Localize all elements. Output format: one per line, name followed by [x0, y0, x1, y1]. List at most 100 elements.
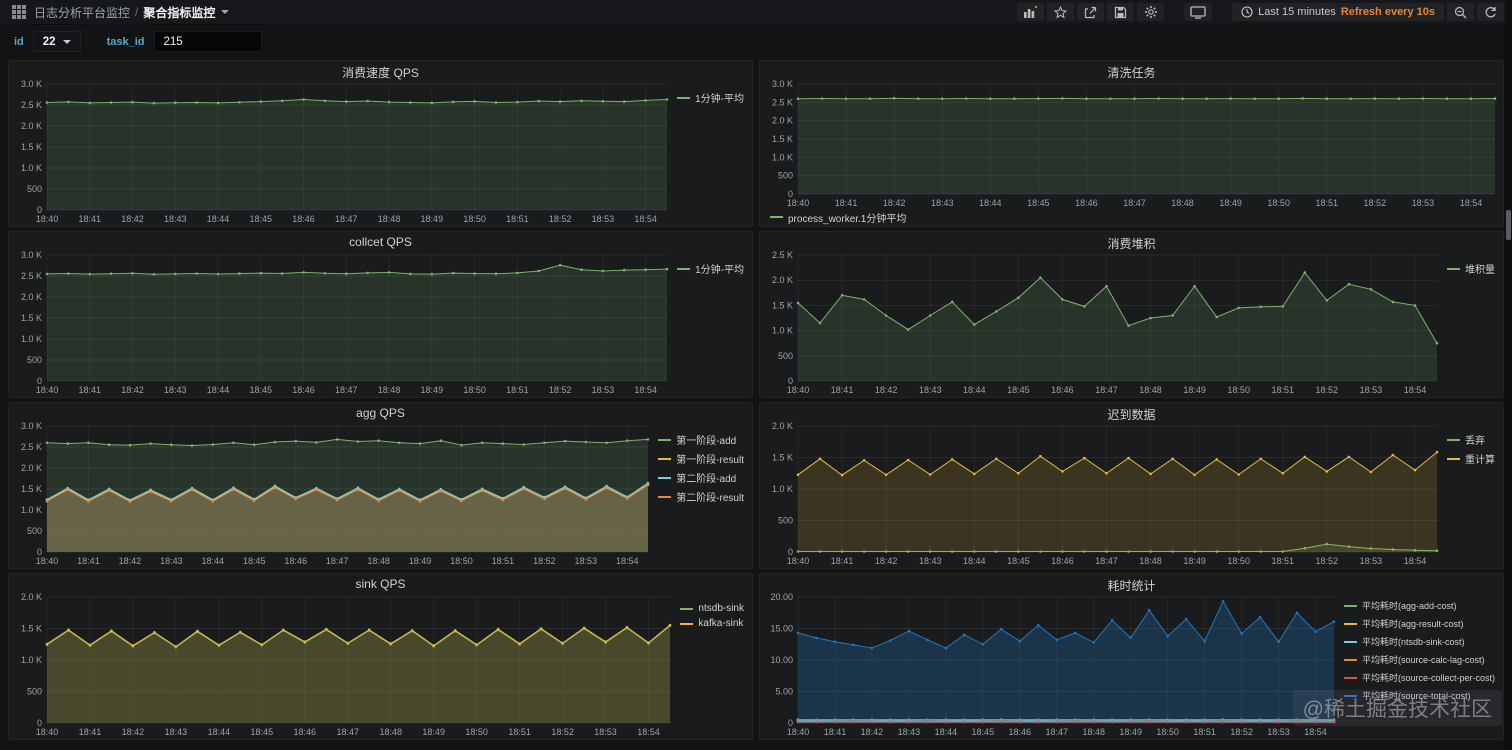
star-button[interactable]	[1047, 3, 1075, 21]
legend-item[interactable]: 第一阶段-add	[658, 432, 744, 447]
svg-text:18:46: 18:46	[284, 556, 307, 566]
svg-text:18:49: 18:49	[1183, 556, 1206, 566]
legend-item[interactable]: 平均耗时(agg-add-cost)	[1343, 599, 1495, 612]
chart-area[interactable]: 0 5.00 10.00 15.00 20.00 18:40 18:41 18:42 18:43…	[760, 591, 1342, 739]
chart-area[interactable]: 0 500 1.0 K 1.5 K 2.0 K 2.5 K 3.0 K 18:40 18:41 1…	[9, 420, 656, 568]
svg-text:18:43: 18:43	[919, 556, 942, 566]
svg-text:18:42: 18:42	[121, 214, 144, 224]
svg-text:2.5 K: 2.5 K	[772, 250, 793, 260]
svg-text:18:53: 18:53	[1360, 385, 1383, 395]
variable-task-id-input[interactable]	[153, 31, 262, 52]
legend-item[interactable]: 第一阶段-result	[658, 451, 744, 466]
legend-item[interactable]: 平均耗时(source-collect-per-cost)	[1343, 671, 1495, 684]
legend-series-label: 平均耗时(agg-add-cost)	[1361, 601, 1457, 611]
save-button[interactable]	[1107, 3, 1135, 21]
legend: process_worker.1分钟平均	[760, 210, 1503, 226]
legend-item[interactable]: 平均耗时(ntsdb-sink-cost)	[1343, 635, 1495, 648]
dashboard-grid-icon[interactable]	[12, 5, 26, 19]
legend-item[interactable]: ntsdb-sink	[680, 603, 744, 614]
legend-item[interactable]: 1分钟-平均	[677, 90, 744, 105]
legend-item[interactable]: 第二阶段-result	[658, 489, 744, 504]
svg-text:18:48: 18:48	[1171, 198, 1194, 208]
share-button[interactable]	[1077, 3, 1105, 21]
breadcrumb-current[interactable]: 聚合指标监控	[143, 4, 215, 21]
svg-text:18:42: 18:42	[119, 556, 142, 566]
svg-text:18:48: 18:48	[367, 556, 390, 566]
variable-id-label: id	[14, 35, 24, 48]
svg-text:18:45: 18:45	[1027, 198, 1050, 208]
add-panel-button[interactable]	[1017, 3, 1045, 21]
legend-item[interactable]: 1分钟-平均	[677, 261, 744, 276]
chart-area[interactable]: 0 500 1.0 K 1.5 K 2.0 K 18:40 18:41 18:42 18:43 1…	[760, 420, 1445, 568]
panel-consume-backlog: 消费堆积 0 500 1.0 K 1.5 K 2.0 K 2.5 K 18:40 18:41 1…	[759, 231, 1504, 398]
legend-item[interactable]: 平均耗时(source-total-cost)	[1343, 689, 1495, 702]
save-icon	[1115, 6, 1127, 18]
legend-series-swatch-icon	[658, 438, 672, 441]
svg-text:18:46: 18:46	[1051, 556, 1074, 566]
chart-svg: 05001.0 K1.5 K2.0 K2.5 K3.0 K18:40 18:41 1…	[21, 421, 650, 566]
svg-text:18:50: 18:50	[1227, 556, 1250, 566]
chart-area[interactable]: 0 500 1.0 K 1.5 K 2.0 K 2.5 K 3.0 K 18:40 18:41 1…	[760, 78, 1503, 210]
legend-item[interactable]: 第二阶段-add	[658, 470, 744, 485]
legend-series-swatch-icon	[1343, 622, 1357, 625]
legend-series-swatch-icon	[1343, 604, 1357, 607]
svg-text:1.5 K: 1.5 K	[21, 313, 42, 323]
clock-icon	[1241, 6, 1253, 18]
svg-text:18:41: 18:41	[78, 214, 101, 224]
svg-text:1.5 K: 1.5 K	[772, 453, 793, 463]
svg-text:18:54: 18:54	[637, 727, 660, 737]
chevron-down-icon[interactable]	[221, 10, 230, 14]
svg-text:18:53: 18:53	[1267, 727, 1290, 737]
svg-text:18:47: 18:47	[336, 727, 359, 737]
panel-title[interactable]: collcet QPS	[9, 232, 752, 249]
svg-text:18:44: 18:44	[207, 214, 230, 224]
legend-series-swatch-icon	[677, 96, 691, 99]
tv-mode-button[interactable]	[1184, 3, 1213, 21]
panel-title[interactable]: 消费速度 QPS	[9, 61, 752, 80]
panel-title[interactable]: sink QPS	[9, 574, 752, 591]
panel-title[interactable]: 耗时统计	[760, 574, 1503, 593]
svg-text:18:49: 18:49	[1219, 198, 1242, 208]
chart-area[interactable]: 0 500 1.0 K 1.5 K 2.0 K 2.5 K 18:40 18:41 18:42 1…	[760, 249, 1445, 397]
svg-text:18:52: 18:52	[551, 727, 574, 737]
svg-text:18:44: 18:44	[963, 556, 986, 566]
panel-title[interactable]: 消费堆积	[760, 232, 1503, 251]
legend-item[interactable]: 平均耗时(source-calc-lag-cost)	[1343, 653, 1495, 666]
time-range-picker[interactable]: Last 15 minutes Refresh every 10s	[1232, 3, 1444, 21]
refresh-button[interactable]	[1477, 3, 1504, 21]
svg-text:2.0 K: 2.0 K	[772, 116, 793, 126]
panel-title[interactable]: 清洗任务	[760, 61, 1503, 80]
svg-text:18:49: 18:49	[421, 214, 444, 224]
svg-text:18:51: 18:51	[506, 214, 529, 224]
legend-series-label: 第一阶段-add	[676, 436, 737, 447]
scrollbar-thumb[interactable]	[1506, 210, 1511, 240]
legend-item[interactable]: kafka-sink	[680, 618, 744, 629]
legend-item[interactable]: 丢弃	[1447, 432, 1495, 447]
svg-text:18:46: 18:46	[1075, 198, 1098, 208]
svg-text:18:45: 18:45	[1007, 385, 1030, 395]
svg-text:18:48: 18:48	[378, 385, 401, 395]
panel-title[interactable]: 迟到数据	[760, 403, 1503, 422]
panel-title[interactable]: agg QPS	[9, 403, 752, 420]
svg-text:18:52: 18:52	[549, 214, 572, 224]
svg-text:18:46: 18:46	[292, 385, 315, 395]
scrollbar	[1505, 0, 1512, 750]
legend-item[interactable]: process_worker.1分钟平均	[770, 210, 906, 225]
chart-area[interactable]: 0 500 1.0 K 1.5 K 2.0 K 18:40 18:41 18:42 18:43 1…	[9, 591, 678, 739]
svg-text:500: 500	[27, 526, 42, 536]
breadcrumb-parent[interactable]: 日志分析平台监控	[34, 4, 130, 21]
svg-text:18:54: 18:54	[634, 214, 657, 224]
svg-text:18:40: 18:40	[787, 556, 810, 566]
svg-text:18:53: 18:53	[575, 556, 598, 566]
panel-clean-task: 清洗任务 0 500 1.0 K 1.5 K 2.0 K 2.5 K 3.0 K 18:40 1…	[759, 60, 1504, 227]
chart-area[interactable]: 0 500 1.0 K 1.5 K 2.0 K 2.5 K 3.0 K 18:40 18:41 1…	[9, 78, 675, 226]
settings-button[interactable]	[1137, 3, 1165, 21]
legend-item[interactable]: 堆积量	[1447, 261, 1495, 276]
chart-area[interactable]: 0 500 1.0 K 1.5 K 2.0 K 2.5 K 3.0 K 18:40 18:41 1…	[9, 249, 675, 397]
legend-item[interactable]: 重计算	[1447, 451, 1495, 466]
legend-item[interactable]: 平均耗时(agg-result-cost)	[1343, 617, 1495, 630]
svg-text:18:44: 18:44	[202, 556, 225, 566]
zoom-out-button[interactable]	[1447, 3, 1474, 21]
variable-id-dropdown[interactable]: 22	[32, 31, 81, 52]
svg-text:2.0 K: 2.0 K	[21, 592, 42, 602]
